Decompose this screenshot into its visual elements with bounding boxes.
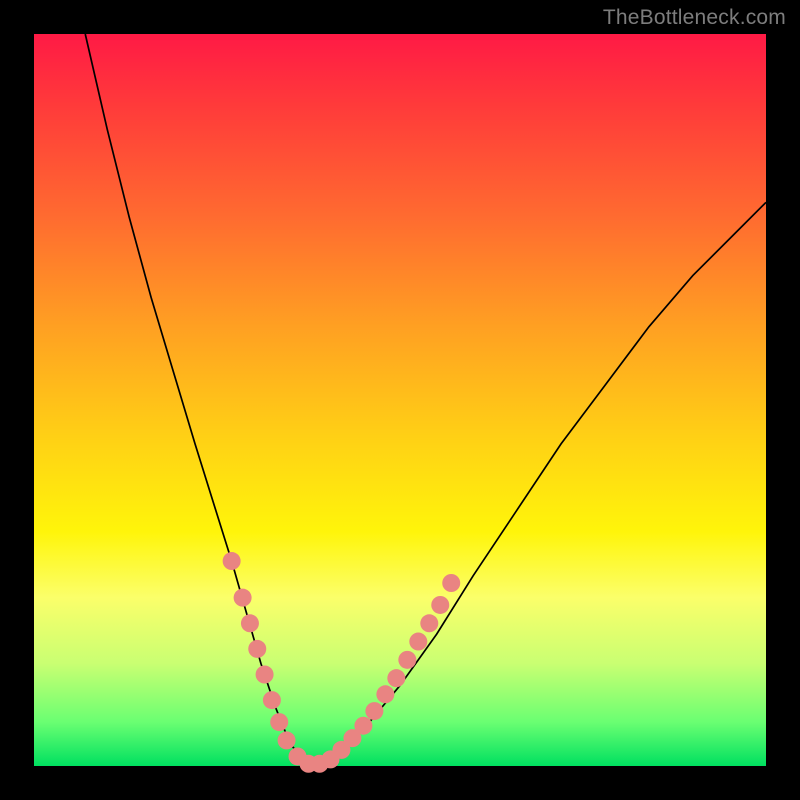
curve-marker bbox=[365, 702, 383, 720]
curve-marker bbox=[256, 666, 274, 684]
curve-marker bbox=[263, 691, 281, 709]
curve-marker bbox=[387, 669, 405, 687]
watermark-text: TheBottleneck.com bbox=[603, 6, 786, 30]
curve-markers bbox=[223, 552, 461, 773]
curve-marker bbox=[442, 574, 460, 592]
curve-marker bbox=[234, 589, 252, 607]
curve-marker bbox=[354, 717, 372, 735]
curve-marker bbox=[420, 614, 438, 632]
curve-marker bbox=[409, 633, 427, 651]
curve-marker bbox=[248, 640, 266, 658]
curve-marker bbox=[398, 651, 416, 669]
curve-marker bbox=[223, 552, 241, 570]
curve-marker bbox=[376, 685, 394, 703]
chart-svg bbox=[34, 34, 766, 766]
bottleneck-curve bbox=[85, 34, 766, 765]
curve-marker bbox=[270, 713, 288, 731]
curve-marker bbox=[431, 596, 449, 614]
curve-marker bbox=[241, 614, 259, 632]
curve-marker bbox=[278, 731, 296, 749]
